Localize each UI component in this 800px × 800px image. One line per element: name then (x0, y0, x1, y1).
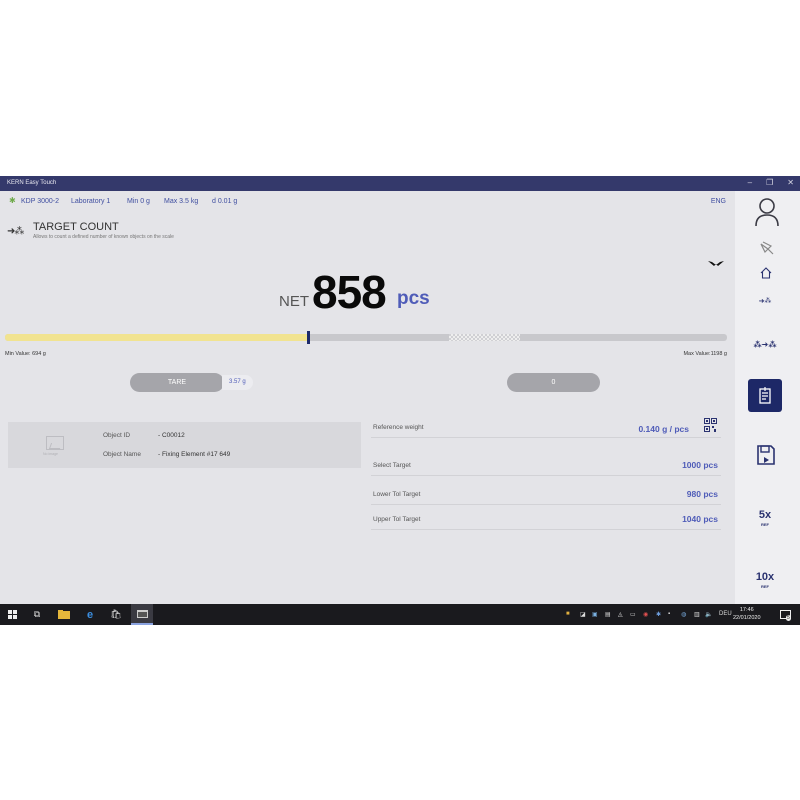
count-unit: pcs (397, 288, 430, 309)
progress-fill (5, 334, 309, 341)
bluetooth-tray-icon[interactable]: ✱ (656, 611, 661, 618)
user-icon[interactable] (754, 197, 780, 227)
tray-icon[interactable]: ◍ (681, 611, 686, 618)
close-button[interactable]: ✕ (787, 178, 794, 187)
right-sidebar: ➜⁂ ⁂➜⁂ 5x REF 10x REF (735, 191, 800, 604)
param-row-lower-tol-target[interactable]: Lower Tol Target 980 pcs (371, 485, 721, 505)
store-icon[interactable]: 🛍 (105, 604, 127, 625)
input-language[interactable]: DEU (719, 611, 732, 617)
division: d 0.01 g (212, 198, 238, 205)
param-row-upper-tol-target[interactable]: Upper Tol Target 1040 pcs (371, 510, 721, 530)
ref-5x-sub: REF (761, 522, 769, 527)
weight-readout: NET 858 pcs (0, 262, 735, 318)
tray-icon[interactable]: ◉ (643, 611, 648, 618)
device-info-bar: ✱ KDP 3000-2 Laboratory 1 Min 0 g Max 3.… (0, 195, 735, 209)
pin-icon[interactable] (759, 240, 775, 256)
ref-10x-button[interactable]: 10x REF (748, 571, 782, 593)
minimize-button[interactable]: – (748, 178, 752, 187)
object-id-value: - C00012 (158, 432, 185, 439)
param-row-select-target[interactable]: Select Target 1000 pcs (371, 456, 721, 476)
object-name-value: - Fixing Element #17 649 (158, 451, 231, 458)
object-id-label: Object ID (103, 432, 131, 439)
save-icon[interactable] (756, 444, 776, 466)
taskbar-clock[interactable]: 17:46 22/01/2020 (733, 606, 761, 622)
param-value: 1040 pcs (682, 514, 718, 524)
home-icon[interactable] (760, 267, 772, 279)
tray-icon[interactable]: ▤ (605, 611, 611, 618)
zero-button[interactable]: 0 (507, 373, 600, 392)
task-view-icon[interactable]: ⧉ (26, 604, 48, 625)
clock-date: 22/01/2020 (733, 615, 761, 621)
file-explorer-icon[interactable] (53, 604, 75, 625)
target-settings-button[interactable] (748, 379, 782, 412)
param-label: Upper Tol Target (373, 516, 421, 523)
target-count-mode-icon[interactable]: ⁂➜⁂ (748, 337, 782, 351)
object-panel[interactable]: No image Object ID - C00012 Object Name … (8, 422, 361, 468)
count-mode-icon[interactable]: ➜⁂ (748, 295, 782, 307)
window-title: KERN Easy Touch (7, 180, 57, 186)
mode-title: TARGET COUNT (33, 221, 119, 233)
net-label: NET (279, 293, 309, 310)
max-value-label: Max Value:1198 g (683, 351, 727, 357)
ref-5x-button[interactable]: 5x REF (748, 509, 782, 531)
param-value: 980 pcs (686, 489, 718, 499)
device-model: KDP 3000-2 (21, 198, 60, 205)
tray-icon[interactable]: ◬ (618, 611, 623, 618)
title-bar: KERN Easy Touch – ❐ ✕ (0, 176, 800, 191)
target-zone (449, 334, 520, 341)
windows-taskbar: ⧉ e 🛍 ■ ◪ ▣ ▤ ◬ ▭ ◉ ✱ ▪ ◍ ▥ 🔈 DEU 17:46 … (0, 604, 800, 625)
tare-value: 3.57 g (222, 375, 253, 390)
param-label: Lower Tol Target (373, 491, 421, 498)
device-location: Laboratory 1 (71, 198, 111, 205)
language-selector[interactable]: ENG (711, 198, 726, 205)
tray-icon[interactable]: ▪ (668, 611, 670, 617)
count-value: 858 (312, 266, 387, 318)
volume-icon[interactable]: 🔈 (705, 611, 712, 618)
target-count-icon: ➜⁂ (7, 226, 24, 237)
min-value-label: Min Value: 694 g (5, 351, 46, 357)
object-name-label: Object Name (103, 451, 141, 458)
bluetooth-icon: ✱ (9, 196, 16, 205)
max-capacity: Max 3.5 kg (164, 198, 199, 205)
maximize-button[interactable]: ❐ (766, 178, 773, 187)
param-label: Reference weight (373, 424, 424, 431)
min-capacity: Min 0 g (127, 198, 150, 205)
param-value: 1000 pcs (682, 460, 718, 470)
ref-10x-sub: REF (760, 584, 769, 589)
param-label: Select Target (373, 462, 411, 469)
windows-start-icon[interactable] (1, 604, 23, 625)
target-progress-bar (5, 331, 727, 344)
kern-app-taskbar-icon[interactable] (131, 604, 153, 625)
qr-code-icon[interactable] (704, 418, 717, 433)
notification-count: 5 (786, 615, 791, 621)
tray-icon[interactable]: ▣ (592, 611, 598, 618)
tray-icon[interactable]: ▭ (630, 611, 636, 618)
tray-icon[interactable]: ■ (566, 611, 570, 617)
edge-browser-icon[interactable]: e (79, 604, 101, 625)
param-value: 0.140 g / pcs (638, 424, 689, 434)
target-settings-icon (759, 386, 771, 404)
network-icon[interactable]: ▥ (694, 611, 700, 618)
image-placeholder-icon (46, 436, 64, 450)
clock-time: 17:46 (739, 607, 754, 613)
param-row-reference-weight[interactable]: Reference weight 0.140 g / pcs (371, 418, 721, 438)
tare-button[interactable]: TARE (130, 373, 224, 392)
progress-marker (307, 331, 311, 344)
app-window: KERN Easy Touch – ❐ ✕ ✱ KDP 3000-2 Labor… (0, 176, 800, 625)
image-caption: No image (43, 452, 58, 456)
mode-description: Allows to count a defined number of know… (33, 234, 174, 240)
notification-icon[interactable]: 5 (776, 604, 794, 625)
tray-icon[interactable]: ◪ (580, 611, 586, 618)
